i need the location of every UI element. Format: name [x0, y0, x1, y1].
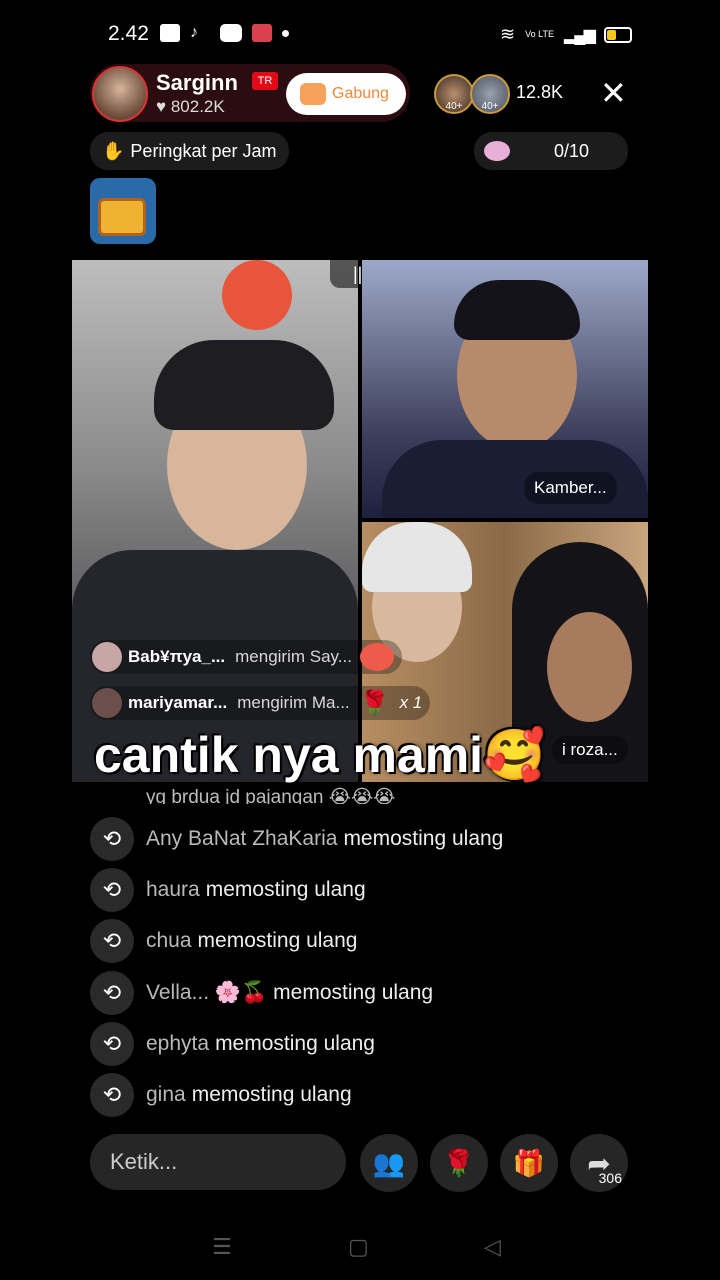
host-cap	[154, 340, 334, 430]
gift-action-1: mengirim Say...	[235, 647, 352, 666]
viewer-avatar-1[interactable]: 40+	[434, 74, 474, 114]
guest1-hair	[454, 280, 580, 340]
comment-action: memosting ulang	[205, 878, 366, 901]
gift-animation	[222, 260, 292, 330]
goal-progress: 0/10	[554, 140, 590, 161]
host-name[interactable]: Sarginn	[156, 70, 238, 96]
gift-goal[interactable]: 0/10	[474, 132, 628, 170]
host-likes-count: 802.2K	[170, 97, 225, 116]
viewer-count[interactable]: 12.8K	[516, 82, 563, 103]
comment-row: ⟲ Any BaNat ZhaKaria memosting ulang	[90, 816, 503, 862]
comment-row: ⟲ ephyta memosting ulang	[90, 1021, 375, 1067]
repost-icon: ⟲	[90, 971, 134, 1015]
turkey-flag-icon: TR	[252, 72, 278, 90]
comment-user[interactable]: Any BaNat ZhaKaria	[146, 827, 337, 851]
youtube-icon	[220, 24, 242, 42]
guest-name-tag-1[interactable]: Kamber...	[524, 472, 617, 504]
comment-user[interactable]: chua	[146, 929, 192, 953]
comment-action: memosting ulang	[197, 929, 358, 952]
comment-action: memosting ulang	[215, 1032, 375, 1055]
join-heart-icon	[300, 83, 326, 105]
rose-icon: 🌹	[442, 1147, 476, 1178]
comment-row: ⟲ Vella... 🌸🍒 memosting ulang	[90, 970, 433, 1016]
repost-icon: ⟲	[90, 1022, 134, 1066]
repost-icon: ⟲	[90, 919, 134, 963]
volte-label: Vo LTE	[525, 29, 554, 39]
gift-sender-avatar-2	[92, 688, 122, 718]
status-system-icons: ≋ Vo LTE ▂▄▆	[500, 24, 632, 45]
guest2b-face-front	[547, 612, 632, 722]
comment-action: memosting ulang	[191, 1083, 352, 1106]
gift-notification-2: mariyamar... mengirim Ma... 🌹 x 1	[90, 686, 431, 720]
gift-icon: 🎁	[512, 1147, 546, 1178]
app-notification-icon	[160, 24, 180, 42]
guests-button[interactable]: 👥	[360, 1134, 418, 1192]
repost-icon: ⟲	[90, 868, 134, 912]
app-notification-icon-2	[252, 24, 272, 42]
comment-user[interactable]: Vella... 🌸🍒	[146, 981, 267, 1005]
gift-notification-1: Bab¥πya_... mengirim Say...	[90, 640, 402, 674]
repost-icon: ⟲	[90, 817, 134, 861]
signal-icon: ▂▄▆	[563, 26, 596, 44]
comment-input[interactable]: Ketik...	[90, 1134, 346, 1190]
close-icon[interactable]: ✕	[600, 77, 627, 109]
join-button-label: Gabung	[332, 85, 389, 102]
comment-user[interactable]: gina	[146, 1083, 186, 1107]
users-icon: 👥	[372, 1147, 406, 1178]
treasure-chest-icon[interactable]	[90, 178, 156, 244]
comment-user[interactable]: ephyta	[146, 1032, 209, 1056]
goal-gift-icon	[484, 141, 510, 161]
comment-row: ⟲ haura memosting ulang	[90, 867, 366, 913]
gift-sender-1: Bab¥πya_...	[128, 647, 226, 666]
overlay-caption: cantik nya mami🥰	[94, 727, 546, 783]
repost-icon: ⟲	[90, 1073, 134, 1117]
gift-heart-icon	[359, 643, 394, 671]
comment-user[interactable]: haura	[146, 878, 200, 902]
host-avatar[interactable]	[92, 66, 148, 122]
ranking-label: Peringkat per Jam	[130, 140, 277, 161]
viewer-avatar-2[interactable]: 40+	[470, 74, 510, 114]
viewer-badge-2: 40+	[481, 101, 499, 112]
host-likes: ♥ 802.2K	[156, 97, 225, 117]
gift-button[interactable]: 🎁	[500, 1134, 558, 1192]
guest2a-hijab	[362, 522, 472, 592]
home-icon[interactable]: ▢	[348, 1234, 369, 1260]
tiktok-icon: ♪	[190, 24, 198, 41]
comment-row: ⟲ chua memosting ulang	[90, 918, 357, 964]
top-viewers[interactable]: 40+ 40+	[434, 74, 510, 114]
join-button[interactable]: Gabung	[286, 73, 406, 115]
gift-sender-2: mariyamar...	[128, 693, 228, 712]
share-button[interactable]: ➦ 306	[570, 1134, 628, 1192]
wifi-icon: ≋	[500, 24, 516, 44]
heart-icon: ♥	[156, 97, 171, 116]
comment-row: ⟲ gina memosting ulang	[90, 1072, 352, 1118]
fire-icon: ✋	[102, 140, 125, 161]
rose-icon: 🌹	[359, 689, 390, 717]
guest-name-tag-2[interactable]: i roza...	[552, 736, 628, 764]
rose-gift-button[interactable]: 🌹	[430, 1134, 488, 1192]
viewer-badge-1: 40+	[445, 101, 463, 112]
share-count: 306	[598, 1170, 622, 1186]
comment-action: memosting ulang	[273, 981, 434, 1004]
comment-action: memosting ulang	[343, 827, 504, 850]
hourly-ranking-button[interactable]: ✋ Peringkat per Jam	[90, 132, 289, 170]
status-notification-icons: ♪	[160, 24, 289, 42]
gift-sender-avatar-1	[92, 642, 122, 672]
battery-icon	[603, 26, 632, 43]
menu-icon[interactable]: ☰	[212, 1234, 232, 1260]
status-time: 2.42	[108, 22, 149, 45]
gift-count-2: x 1	[399, 693, 423, 712]
back-icon[interactable]: ◁	[484, 1234, 501, 1260]
more-notifications-dot	[282, 30, 289, 37]
comment-partial: yg brdua jd pajangan 😭😭😭	[146, 787, 396, 804]
gift-action-2: mengirim Ma...	[237, 693, 350, 712]
